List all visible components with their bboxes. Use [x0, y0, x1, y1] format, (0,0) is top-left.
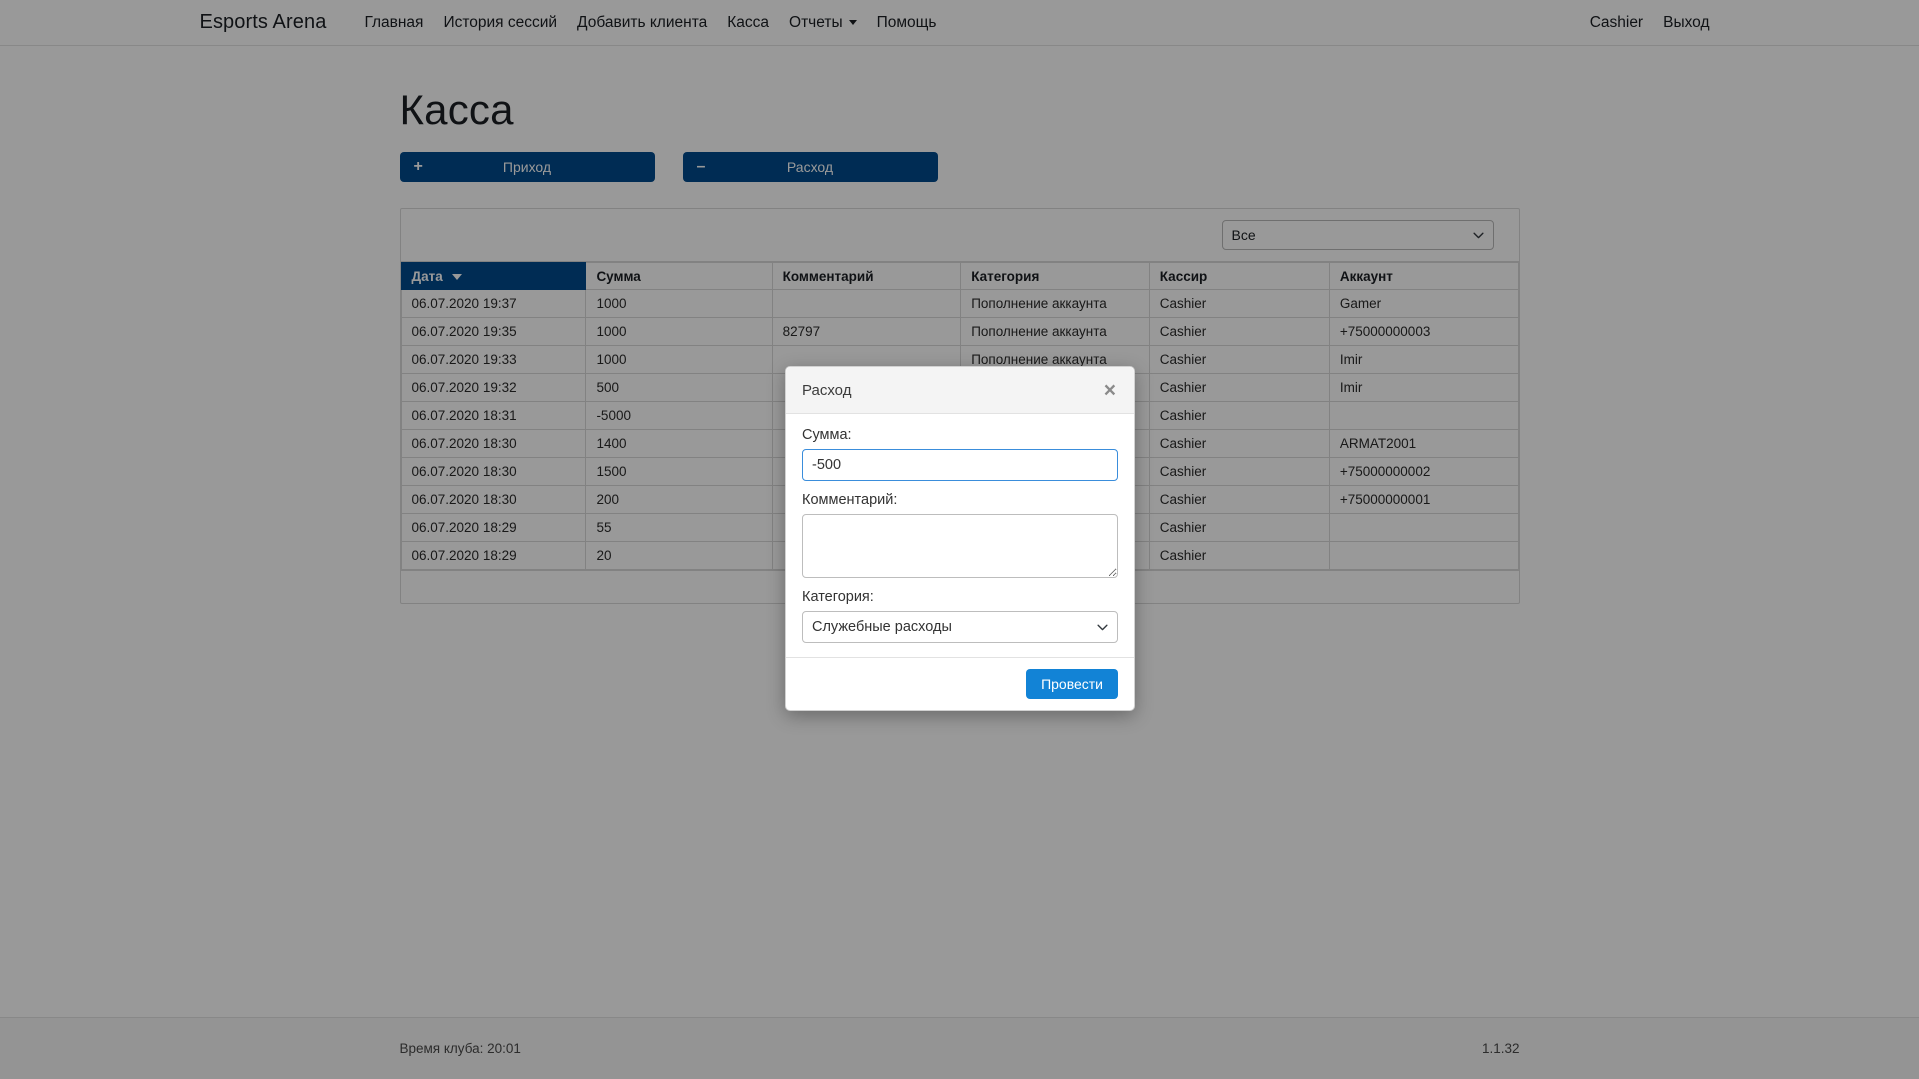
amount-label: Сумма:	[802, 427, 1118, 443]
comment-textarea[interactable]	[802, 514, 1118, 578]
expense-modal: Расход × Сумма: Комментарий: Категория: …	[785, 366, 1135, 711]
amount-input[interactable]	[802, 449, 1118, 481]
category-select-wrap: Служебные расходы	[802, 611, 1118, 643]
close-icon[interactable]: ×	[1102, 380, 1118, 401]
submit-button[interactable]: Провести	[1026, 669, 1118, 699]
modal-header: Расход ×	[786, 367, 1134, 414]
category-select[interactable]: Служебные расходы	[802, 611, 1118, 643]
modal-footer: Провести	[786, 657, 1134, 710]
category-label: Категория:	[802, 589, 1118, 605]
comment-label: Комментарий:	[802, 492, 1118, 508]
modal-body: Сумма: Комментарий: Категория: Служебные…	[786, 414, 1134, 657]
modal-title: Расход	[802, 382, 851, 399]
